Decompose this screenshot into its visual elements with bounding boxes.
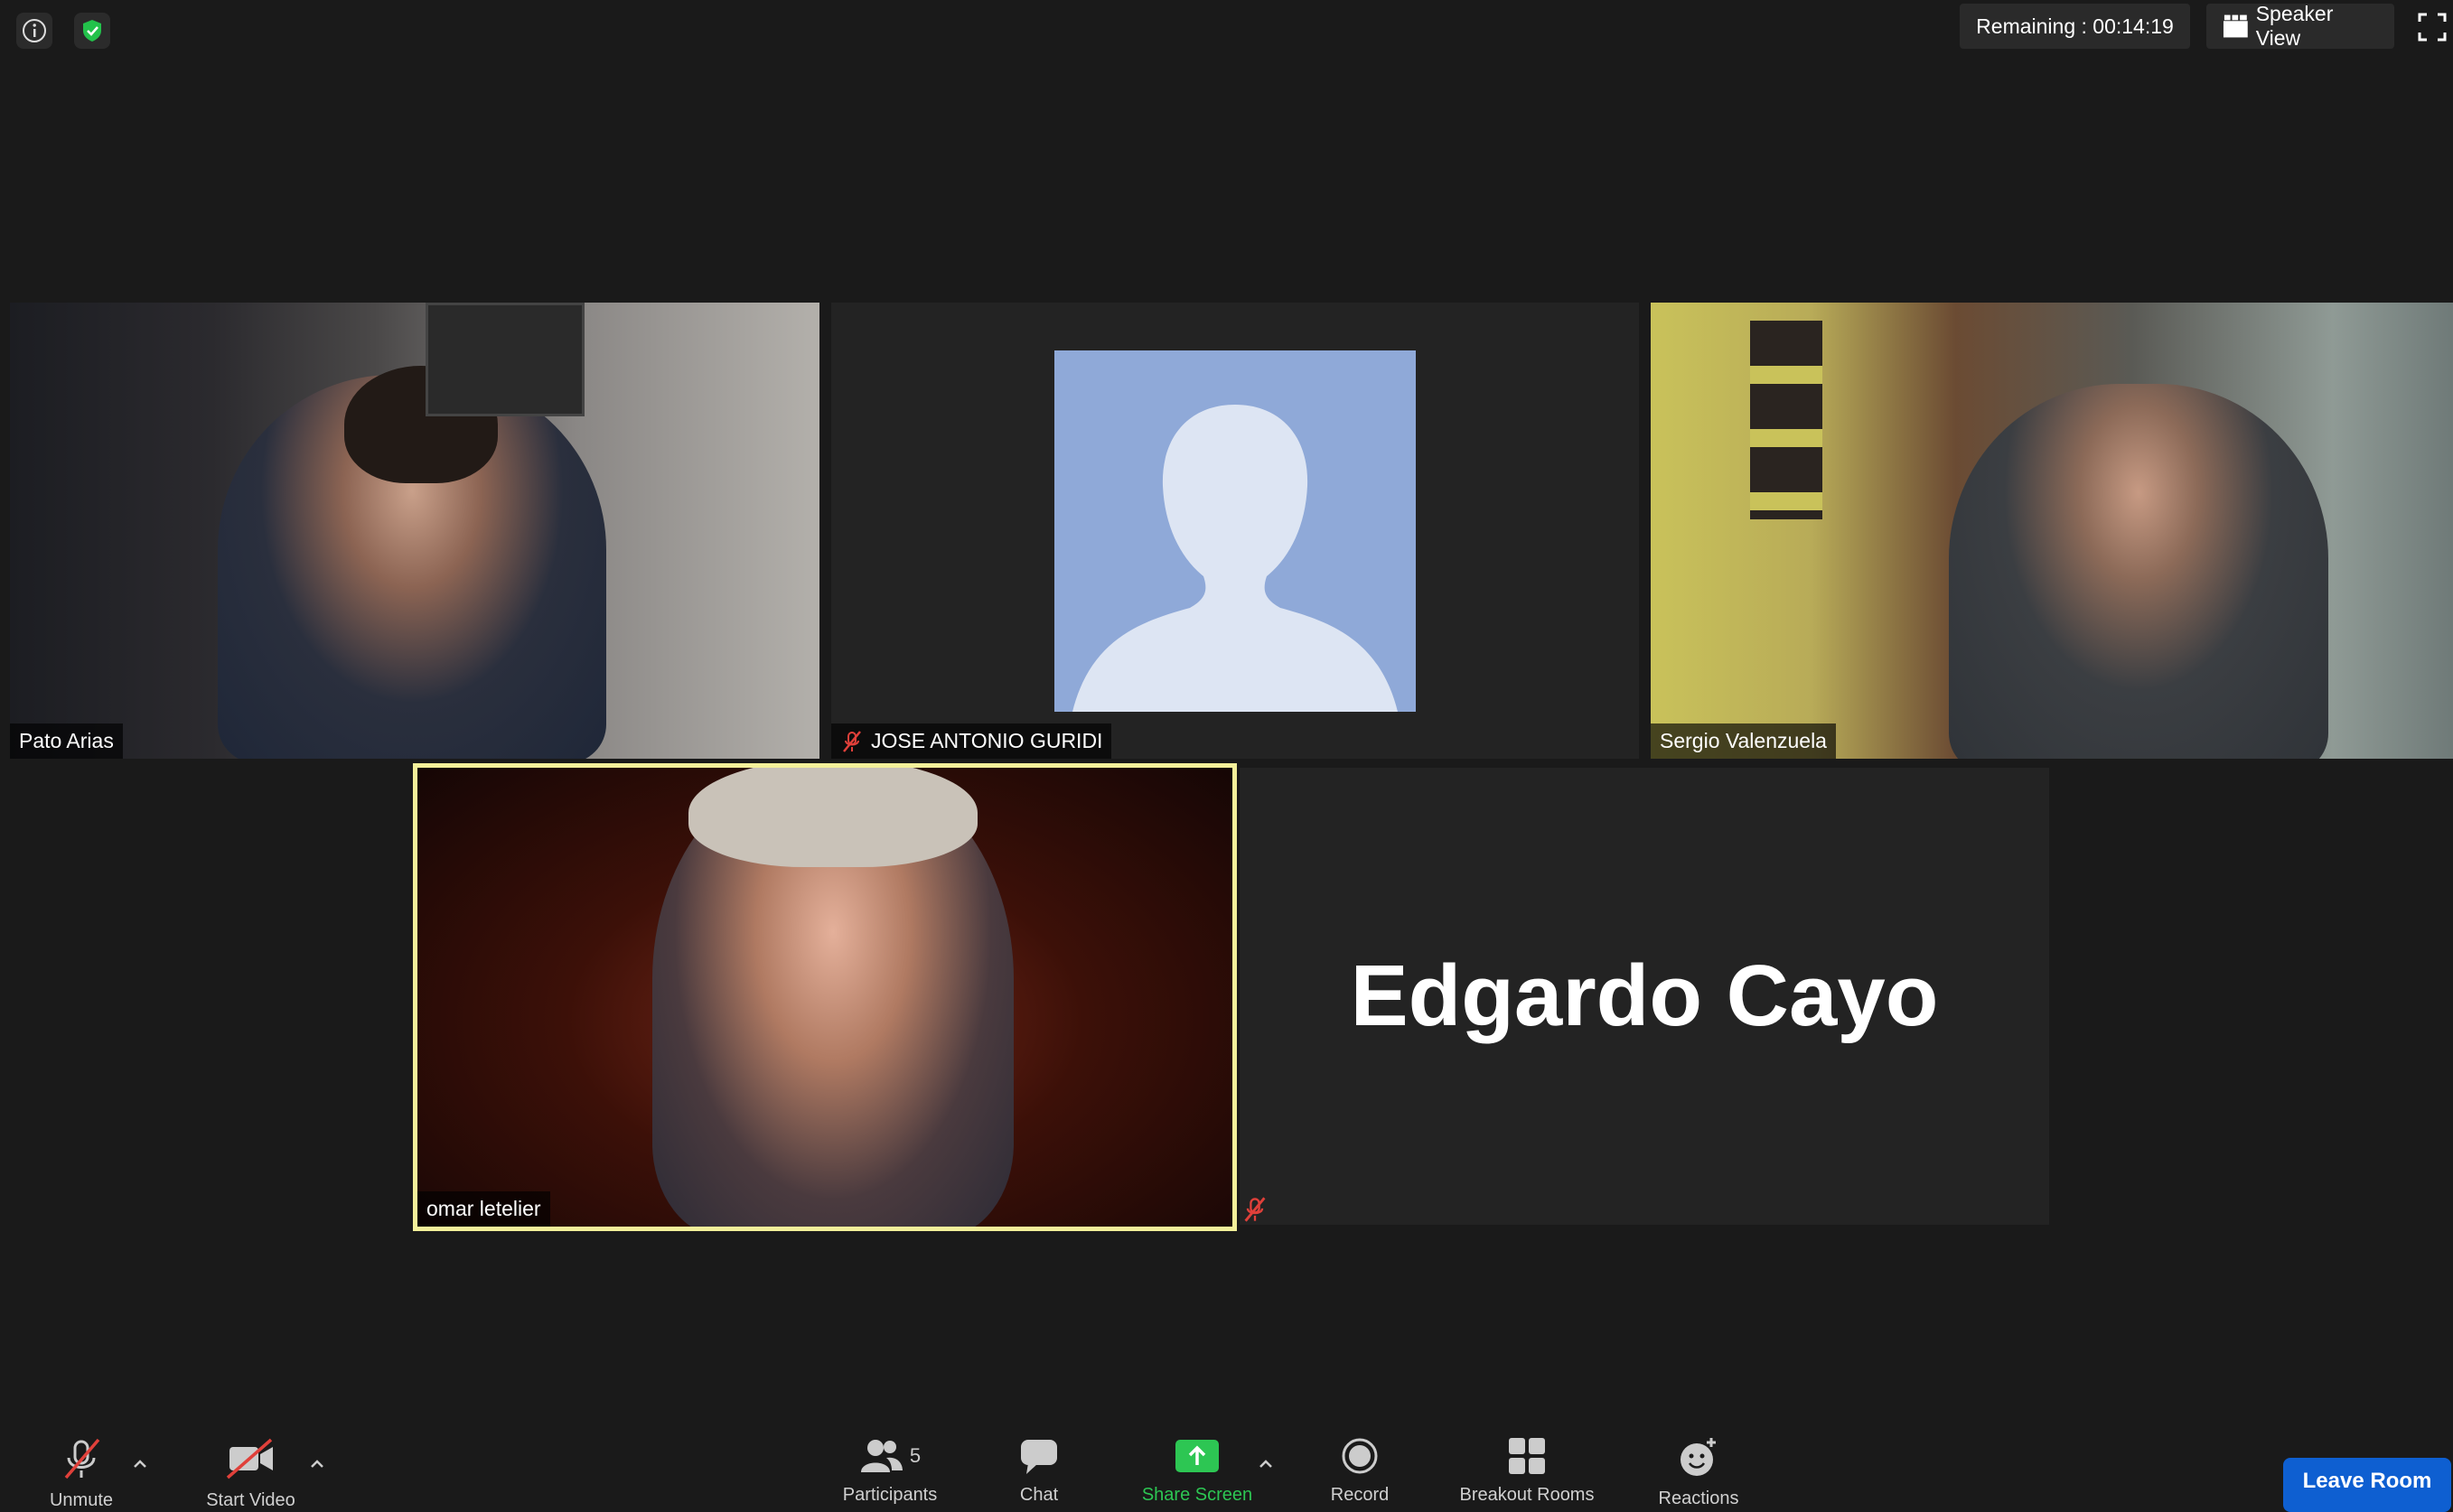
share-screen-label: Share Screen: [1141, 1485, 1253, 1505]
unmute-label: Unmute: [49, 1490, 114, 1510]
chat-label: Chat: [1019, 1485, 1059, 1505]
participant-name: JOSE ANTONIO GURIDI: [871, 729, 1103, 752]
speaker-view-icon: [2223, 14, 2248, 38]
participants-label: Participants: [842, 1485, 938, 1505]
share-screen-button[interactable]: Share Screen: [1134, 1436, 1260, 1506]
muted-mic-icon: [843, 730, 861, 752]
muted-mic-icon: [1241, 1196, 1269, 1223]
participants-button[interactable]: 5 Participants: [822, 1436, 958, 1506]
name-tag: omar letelier: [417, 1191, 550, 1227]
chat-button[interactable]: Chat: [994, 1436, 1084, 1506]
record-button[interactable]: Record: [1315, 1436, 1405, 1506]
wall-frames: [1750, 321, 1822, 519]
participant-hair: [688, 768, 978, 867]
speaker-view-button[interactable]: Speaker View: [2206, 2, 2394, 50]
chat-icon: [1021, 1440, 1057, 1474]
wall-poster: [426, 303, 585, 416]
participants-count: 5: [909, 1444, 922, 1467]
remaining-time-badge: Remaining : 00:14:19: [1960, 4, 2190, 49]
chevron-up-icon[interactable]: [307, 1454, 327, 1474]
participants-icon: [860, 1440, 903, 1472]
leave-room-button[interactable]: Leave Room: [2283, 1458, 2451, 1512]
shield-check-icon[interactable]: [74, 13, 110, 49]
default-avatar-icon: [1072, 405, 1398, 712]
start-video-button[interactable]: Start Video: [185, 1436, 316, 1511]
participant-name: omar letelier: [426, 1197, 541, 1220]
participant-video-figure: [1949, 384, 2328, 759]
video-off-icon: [226, 1438, 273, 1479]
breakout-rooms-button[interactable]: Breakout Rooms: [1446, 1436, 1608, 1506]
avatar: [1054, 350, 1416, 712]
chevron-up-icon[interactable]: [1256, 1454, 1276, 1474]
name-tag: Pato Arias: [10, 723, 123, 759]
video-tile-omar-letelier[interactable]: omar letelier: [413, 763, 1237, 1231]
video-tile-sergio-valenzuela[interactable]: Sergio Valenzuela: [1651, 303, 2453, 759]
start-video-label: Start Video: [206, 1490, 295, 1510]
video-tile-jose-antonio-guridi[interactable]: JOSE ANTONIO GURIDI: [831, 303, 1639, 759]
remaining-time-text: Remaining : 00:14:19: [1976, 14, 2174, 38]
breakout-rooms-label: Breakout Rooms: [1459, 1485, 1595, 1505]
record-icon: [1342, 1438, 1378, 1474]
muted-mic-icon: [64, 1438, 100, 1479]
reactions-icon: [1681, 1438, 1716, 1476]
video-tile-edgardo-cayo[interactable]: Edgardo Cayo: [1240, 768, 2049, 1225]
participant-name: Sergio Valenzuela: [1660, 729, 1827, 752]
fullscreen-icon[interactable]: [2418, 13, 2447, 42]
speaker-view-label: Speaker View: [2255, 2, 2334, 50]
chevron-up-icon[interactable]: [130, 1454, 150, 1474]
unmute-button[interactable]: Unmute: [36, 1436, 126, 1511]
participant-display-name: Edgardo Cayo: [1350, 947, 1939, 1044]
share-screen-icon: [1175, 1440, 1219, 1472]
video-tile-pato-arias[interactable]: Pato Arias: [10, 303, 819, 759]
name-tag: Sergio Valenzuela: [1651, 723, 1836, 759]
reactions-button[interactable]: Reactions: [1644, 1436, 1753, 1509]
breakout-rooms-icon: [1509, 1438, 1545, 1474]
info-icon[interactable]: [16, 13, 52, 49]
record-label: Record: [1330, 1485, 1390, 1505]
participant-name: Pato Arias: [19, 729, 114, 752]
name-tag: JOSE ANTONIO GURIDI: [831, 723, 1112, 759]
reactions-label: Reactions: [1658, 1489, 1739, 1508]
